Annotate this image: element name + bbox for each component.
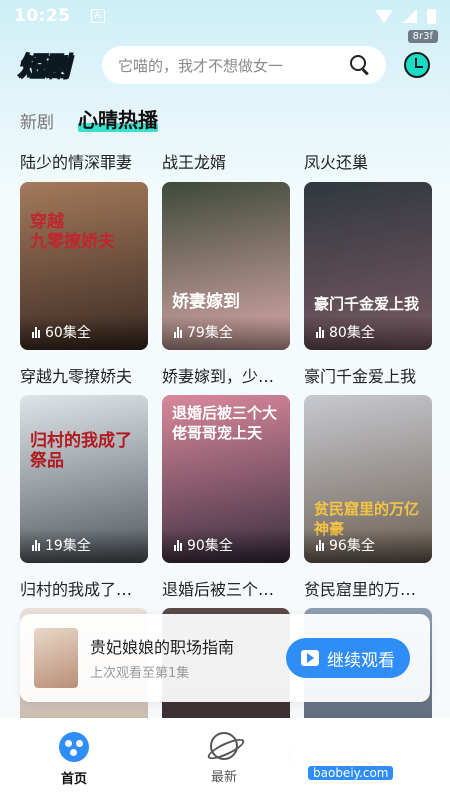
drama-title[interactable]: 豪门千金爱上我 [304, 363, 434, 387]
drama-poster[interactable]: 贫民窟里的万亿神豪 96集全 [304, 395, 432, 563]
debug-tag: 8r3f [407, 30, 438, 43]
status-bar: 10:25 A [0, 0, 450, 32]
continue-title: 贵妃娘娘的职场指南 [90, 638, 235, 657]
play-count-icon [174, 326, 182, 338]
continue-thumbnail [34, 628, 78, 688]
episode-count: 60集全 [32, 322, 91, 342]
drama-title[interactable]: 穿越九零撩娇夫 [20, 363, 150, 387]
play-count-icon [32, 326, 40, 338]
play-count-icon [316, 539, 324, 551]
drama-poster[interactable]: 娇妻嫁到 79集全 [162, 182, 290, 350]
nav-latest-label: 最新 [210, 770, 237, 785]
poster-caption: 豪门千金爱上我 [314, 295, 420, 313]
nav-latest[interactable]: 最新 [194, 732, 254, 785]
episode-count: 19集全 [32, 535, 91, 555]
play-count-icon [32, 539, 40, 551]
poster-caption: 穿越 九零撩娇夫 [30, 212, 115, 252]
continue-button-label: 继续观看 [327, 650, 395, 671]
watermark: 宝贝游戏网 baobeiy.com [278, 730, 438, 790]
status-icons [375, 8, 436, 24]
planet-icon [210, 732, 238, 760]
play-count-icon [316, 326, 324, 338]
poster-caption: 娇妻嫁到 [172, 292, 240, 312]
nav-home[interactable]: 首页 [44, 732, 104, 787]
continue-progress: 上次观看至第1集 [90, 666, 190, 681]
episode-count: 96集全 [316, 535, 375, 555]
drama-title[interactable]: 娇妻嫁到，少… [162, 363, 292, 387]
drama-title[interactable]: 战王龙婿 [162, 149, 226, 173]
drama-title[interactable]: 凤火还巢 [304, 149, 368, 173]
search-placeholder: 它喵的，我才不想做女一 [118, 56, 284, 75]
poster-caption: 归村的我成了祭品 [30, 431, 132, 471]
watermark-text: 宝贝游戏网 [278, 740, 399, 769]
search-input[interactable]: 它喵的，我才不想做女一 [102, 46, 386, 84]
drama-title[interactable]: 贫民窟里的万… [304, 576, 434, 600]
play-count-icon [174, 539, 182, 551]
status-time: 10:25 [14, 6, 71, 26]
history-icon[interactable] [404, 52, 430, 78]
signal-icon [403, 9, 417, 23]
battery-icon [427, 8, 436, 24]
drama-title[interactable]: 归村的我成了… [20, 576, 150, 600]
watermark-url: baobeiy.com [308, 766, 394, 780]
drama-poster[interactable]: 豪门千金爱上我 80集全 [304, 182, 432, 350]
drama-poster[interactable]: 归村的我成了祭品 19集全 [20, 395, 148, 563]
episode-count: 90集全 [174, 535, 233, 555]
category-tabs: 新剧 心晴热播 [20, 104, 158, 133]
nav-home-label: 首页 [60, 772, 87, 787]
drama-poster[interactable]: 退婚后被三个大佬哥哥宠上天 90集全 [162, 395, 290, 563]
continue-watching-button[interactable]: 继续观看 [286, 638, 410, 678]
drama-title[interactable]: 陆少的情深罪妻 [20, 149, 132, 173]
tab-new[interactable]: 新剧 [20, 108, 54, 133]
drama-poster[interactable]: 穿越 九零撩娇夫 60集全 [20, 182, 148, 350]
app-logo: 短剧 [17, 51, 70, 83]
play-icon [301, 650, 319, 666]
episode-count: 79集全 [174, 322, 233, 342]
drama-title[interactable]: 退婚后被三个… [162, 576, 292, 600]
tab-hot[interactable]: 心晴热播 [78, 104, 158, 133]
notification-icon: A [90, 9, 105, 23]
wifi-icon [375, 9, 393, 23]
poster-caption: 退婚后被三个大佬哥哥宠上天 [172, 404, 278, 442]
film-reel-icon [59, 732, 89, 762]
continue-watching-banner[interactable]: 贵妃娘娘的职场指南 上次观看至第1集 继续观看 [20, 614, 430, 702]
episode-count: 80集全 [316, 322, 375, 342]
search-icon[interactable] [350, 55, 370, 75]
